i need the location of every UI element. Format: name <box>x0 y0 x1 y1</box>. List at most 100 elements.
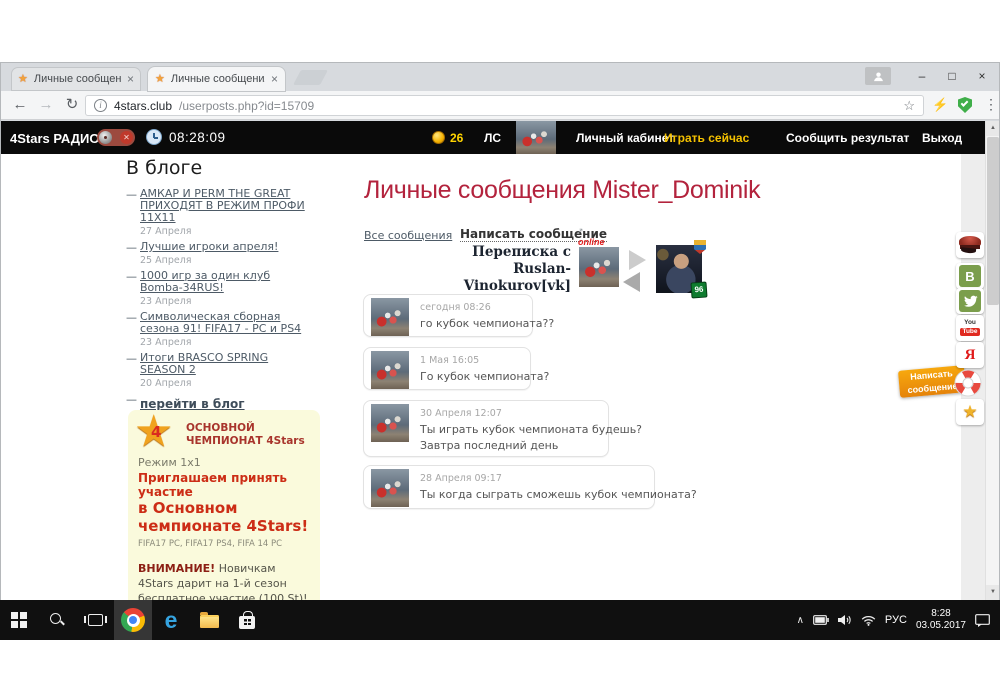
action-center-icon[interactable] <box>975 614 990 627</box>
speaker-icon[interactable] <box>838 614 852 626</box>
taskbar-edge-button[interactable]: e <box>152 600 190 640</box>
page-info-icon[interactable]: i <box>94 99 107 112</box>
arrow-right-icon <box>629 250 646 270</box>
avatar[interactable] <box>371 351 409 389</box>
nav-report-result[interactable]: Сообщить результат <box>786 131 909 145</box>
vk-icon[interactable]: В <box>956 263 984 289</box>
twitter-bird-icon <box>959 290 981 312</box>
tab-title: Личные сообщения Mi <box>34 73 121 85</box>
blog-post-link[interactable]: АМКАР И PERM THE GREAT ПРИХОДЯТ В РЕЖИМ … <box>140 188 310 224</box>
star-icon[interactable]: ★ <box>956 399 984 425</box>
radio-stop-icon[interactable]: ✕ <box>120 131 133 144</box>
forward-icon[interactable]: → <box>35 95 57 115</box>
taskbar-date: 03.05.2017 <box>916 620 966 632</box>
blog-heading: В блоге <box>126 157 202 179</box>
extension-shield-icon[interactable] <box>958 97 972 113</box>
yandex-icon[interactable]: Я <box>956 342 984 368</box>
window-minimize-button[interactable]: – <box>907 63 937 89</box>
clock-icon <box>146 129 162 145</box>
dash: — <box>126 352 137 365</box>
coin-balance[interactable]: 26 <box>450 131 463 145</box>
twitter-icon[interactable] <box>956 288 984 314</box>
message-text: Го кубок чемпионата? <box>420 369 549 385</box>
scroll-up-icon[interactable]: ▲ <box>986 121 999 136</box>
battery-icon[interactable] <box>813 615 829 625</box>
blog-post-link[interactable]: Лучшие игроки апреля! <box>140 241 310 253</box>
message-text: Ты когда сыграть сможешь кубок чемпионат… <box>420 487 697 503</box>
window-close-button[interactable]: × <box>967 63 997 89</box>
taskbar-explorer-button[interactable] <box>190 600 228 640</box>
blog-post-link[interactable]: 1000 игр за один клуб Bomba-34RUS! <box>140 270 310 294</box>
message-text: Ты играть кубок чемпионата будешь? Завтр… <box>420 422 642 454</box>
radio-player-control[interactable]: ✕ <box>97 129 135 146</box>
dash: — <box>126 270 137 283</box>
screen: ★ Личные сообщения Mi × ★ Личные сообщен… <box>0 0 1000 700</box>
avatar[interactable] <box>579 247 619 287</box>
header-avatar[interactable] <box>516 121 556 154</box>
all-messages-link[interactable]: Все сообщения <box>364 229 452 242</box>
tab-close-icon[interactable]: × <box>271 73 278 85</box>
extension-bolt-icon[interactable]: ⚡ <box>932 97 948 113</box>
browser-tab-1[interactable]: ★ Личные сообщения Mi × <box>11 67 141 91</box>
browser-menu-icon[interactable]: ⋮ <box>984 96 998 113</box>
taskbar-search-button[interactable] <box>38 600 76 640</box>
blog-post-list: — АМКАР И PERM THE GREAT ПРИХОДЯТ В РЕЖИ… <box>126 188 341 412</box>
taskbar-store-button[interactable] <box>228 600 266 640</box>
store-bag-icon <box>239 616 255 629</box>
private-messages-link[interactable]: ЛС <box>484 131 501 145</box>
reload-icon[interactable]: ↻ <box>61 95 83 115</box>
external-link-icon: ↗ <box>576 226 584 237</box>
edge-icon: e <box>165 609 178 632</box>
taskbar-clock[interactable]: 8:28 03.05.2017 <box>916 608 966 632</box>
taskbar-chrome-button[interactable] <box>114 600 152 640</box>
wifi-icon[interactable] <box>861 615 876 626</box>
new-tab-button[interactable] <box>293 70 328 85</box>
profile-icon[interactable] <box>865 67 891 85</box>
back-icon[interactable]: ← <box>9 95 31 115</box>
youtube-you: You <box>964 320 976 327</box>
browser-window: ★ Личные сообщения Mi × ★ Личные сообщен… <box>0 62 1000 600</box>
message-date: 30 Апреля 12:07 <box>420 408 502 419</box>
tray-chevron-icon[interactable]: ∧ <box>797 615 804 626</box>
blog-post-date: 23 Апреля <box>140 296 341 307</box>
blog-post-link[interactable]: Символическая сборная сезона 91! FIFA17 … <box>140 311 310 335</box>
avatar[interactable] <box>371 298 409 336</box>
cap-glyph <box>958 236 982 254</box>
window-restore-button[interactable]: □ <box>937 63 967 89</box>
nav-play-now[interactable]: Играть сейчас <box>664 131 749 145</box>
blog-post-date: 23 Апреля <box>140 337 341 348</box>
task-view-button[interactable] <box>76 600 114 640</box>
message-date: 1 Мая 16:05 <box>420 355 479 366</box>
browser-tab-2-active[interactable]: ★ Личные сообщения Mi × <box>148 67 285 91</box>
start-button[interactable] <box>0 600 38 640</box>
scrollbar-thumb[interactable] <box>987 137 999 305</box>
list-item: — АМКАР И PERM THE GREAT ПРИХОДЯТ В РЕЖИ… <box>126 188 341 237</box>
radio-disc-icon[interactable] <box>99 131 112 144</box>
nav-logout[interactable]: Выход <box>922 131 962 145</box>
lifebuoy-icon[interactable] <box>952 367 984 399</box>
search-icon <box>49 612 65 628</box>
list-item: — Лучшие игроки апреля! 25 Апреля <box>126 241 341 266</box>
nav-personal-cabinet[interactable]: Личный кабинет <box>576 131 674 145</box>
radio-label: 4Stars РАДИО <box>10 131 99 146</box>
task-view-icon <box>88 614 103 626</box>
tab-close-icon[interactable]: × <box>127 73 134 85</box>
blog-post-link[interactable]: Итоги BRASCO SPRING SEASON 2 <box>140 352 310 376</box>
page-scrollbar[interactable]: ▲ ▼ <box>985 121 999 600</box>
page-title: Личные сообщения Mister_Dominik <box>364 176 760 205</box>
dash: — <box>126 393 137 406</box>
avatar[interactable] <box>371 404 409 442</box>
avatar[interactable]: 96 <box>656 245 702 293</box>
scroll-down-icon[interactable]: ▼ <box>986 585 999 600</box>
star-number: 4 <box>151 423 161 441</box>
cap-icon[interactable] <box>956 232 984 258</box>
dash: — <box>126 241 137 254</box>
site-header: 4Stars РАДИО ✕ 08:28:09 26 ЛС Личный каб… <box>1 121 985 154</box>
avatar[interactable] <box>371 469 409 507</box>
club-shield-icon <box>694 240 706 254</box>
youtube-icon[interactable]: You Tube <box>956 315 984 341</box>
address-bar[interactable]: i 4stars.club /userposts.php?id=15709 ☆ <box>85 95 924 116</box>
language-indicator[interactable]: РУС <box>885 614 907 626</box>
message-date: 28 Апреля 09:17 <box>420 473 502 484</box>
bookmark-star-icon[interactable]: ☆ <box>903 98 915 114</box>
